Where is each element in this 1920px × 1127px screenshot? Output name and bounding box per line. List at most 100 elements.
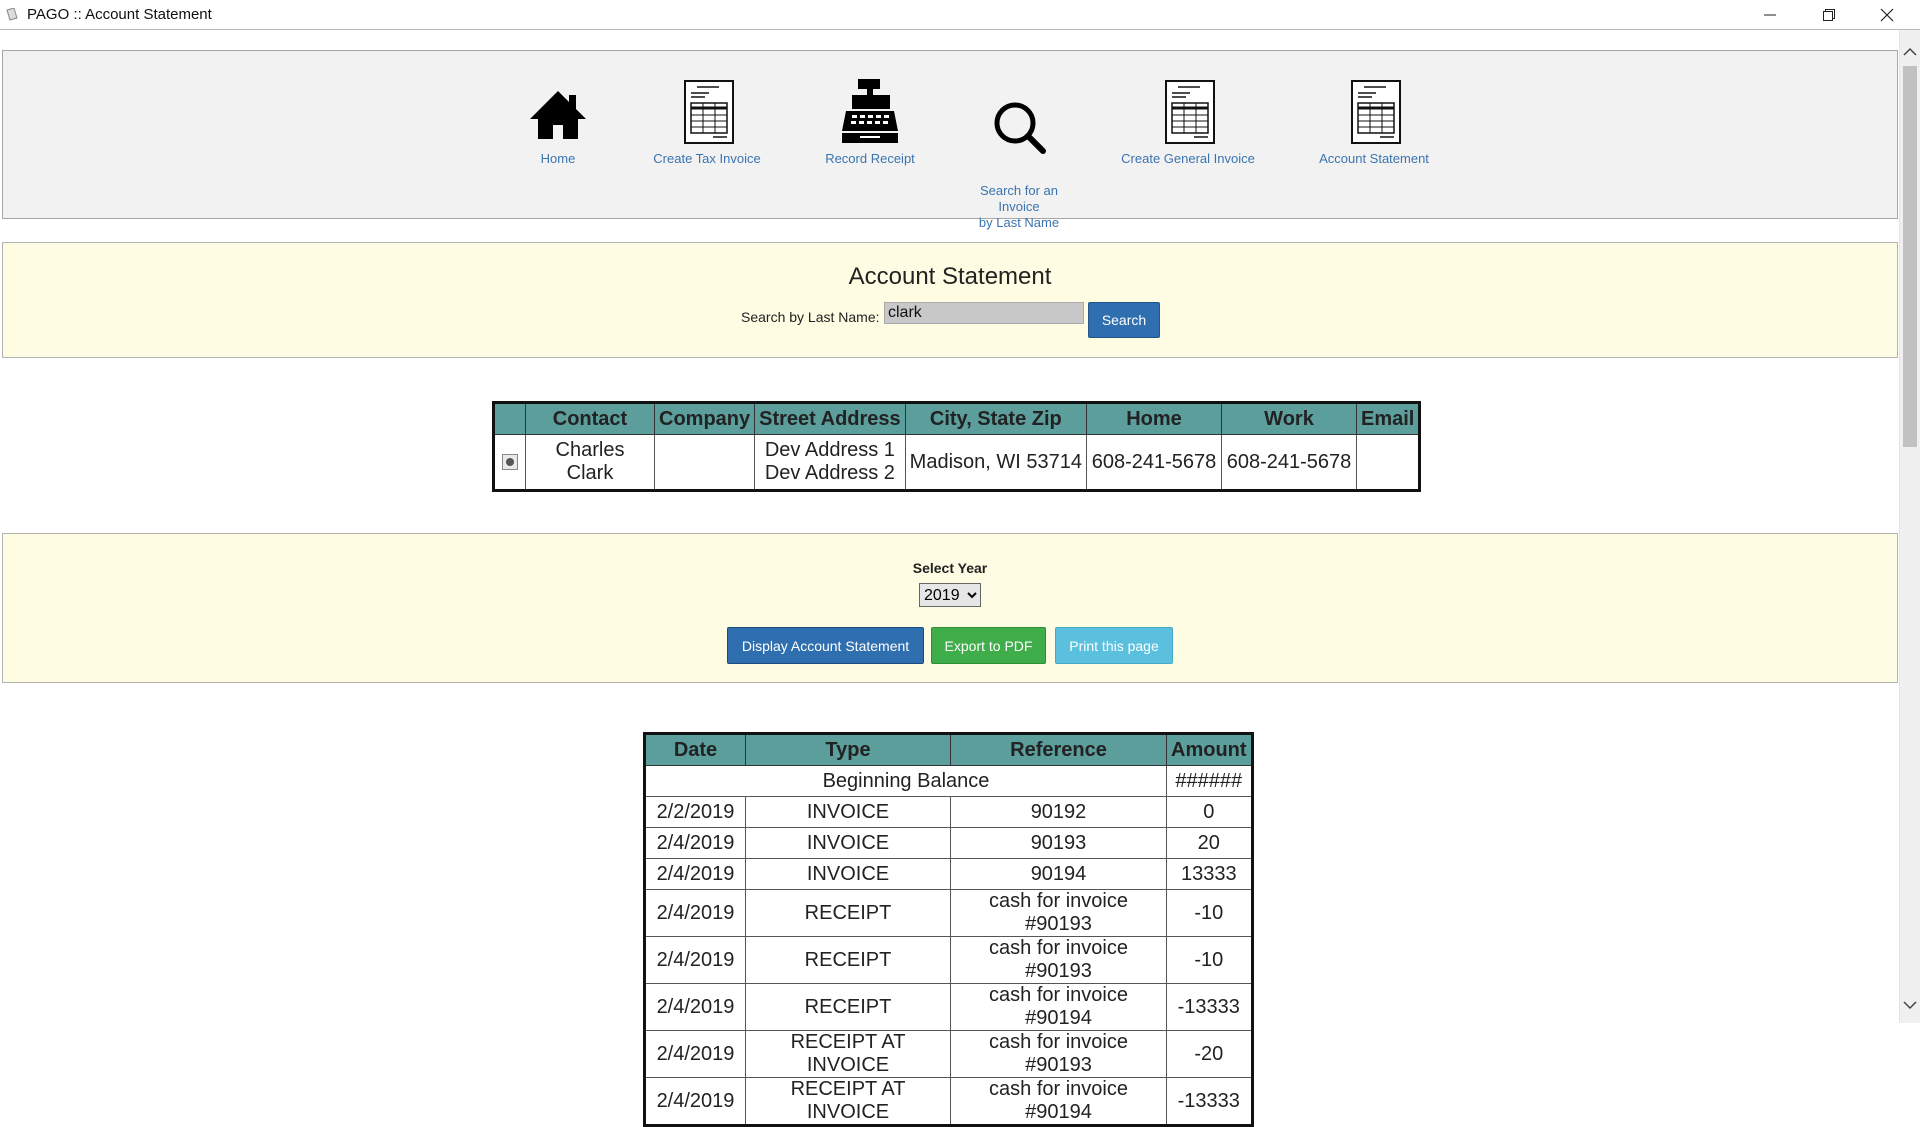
- table-row: 2/4/2019 INVOICE 90193 20: [644, 827, 1253, 859]
- statement-reference: cash for invoice #90194: [950, 983, 1167, 1031]
- scroll-up-button[interactable]: [1900, 42, 1920, 62]
- window-title: PAGO :: Account Statement: [27, 6, 212, 23]
- column-header-type: Type: [745, 733, 951, 766]
- column-header-amount: Amount: [1166, 733, 1253, 766]
- display-account-statement-button[interactable]: Display Account Statement: [727, 627, 924, 664]
- window-titlebar: PAGO :: Account Statement: [0, 0, 1920, 30]
- search-panel: Account Statement Search by Last Name: S…: [2, 242, 1898, 358]
- table-row: 2/4/2019 RECEIPT cash for invoice #90194 -1…: [644, 983, 1253, 1031]
- contact-city-state-zip: Madison, WI 53714: [904, 434, 1088, 491]
- statement-type: RECEIPT AT INVOICE: [745, 1077, 951, 1126]
- statement-amount: 20: [1166, 827, 1253, 859]
- nav-home[interactable]: Home: [483, 77, 633, 167]
- contact-radio-cell[interactable]: [493, 434, 526, 491]
- beginning-balance-row: Beginning Balance ######: [644, 765, 1253, 797]
- print-page-button[interactable]: Print this page: [1055, 627, 1173, 664]
- statement-reference: cash for invoice #90193: [950, 1030, 1167, 1078]
- year-panel: Select Year 2019 Display Account Stateme…: [2, 533, 1898, 683]
- street-line-1: Dev Address 1: [764, 439, 895, 461]
- statement-date: 2/2/2019: [644, 796, 746, 828]
- statement-type: INVOICE: [745, 827, 951, 859]
- nav-account-statement[interactable]: Account Statement: [1299, 77, 1449, 167]
- table-row: 2/4/2019 RECEIPT AT INVOICE cash for invoi…: [644, 1077, 1253, 1126]
- table-row: 2/4/2019 INVOICE 90194 13333: [644, 858, 1253, 890]
- invoice-icon: [1165, 80, 1215, 144]
- beginning-balance-label: Beginning Balance: [644, 765, 1167, 797]
- contact-email: [1355, 434, 1421, 491]
- last-name-search-input[interactable]: [884, 302, 1084, 324]
- contact-company: [653, 434, 756, 491]
- scroll-thumb[interactable]: [1903, 66, 1917, 447]
- invoice-icon: [1351, 80, 1401, 144]
- invoice-icon: [684, 80, 734, 144]
- vertical-scrollbar[interactable]: [1899, 30, 1920, 1023]
- home-icon: [530, 91, 586, 139]
- statement-table: Date Type Reference Amount Beginning Bal…: [643, 732, 1254, 1127]
- export-to-pdf-button[interactable]: Export to PDF: [931, 627, 1046, 664]
- column-header-city-state-zip: City, State Zip: [904, 402, 1088, 435]
- close-icon: [1880, 8, 1894, 22]
- statement-reference: 90194: [950, 858, 1167, 890]
- column-header-date: Date: [644, 733, 746, 766]
- nav-record-receipt[interactable]: Record Receipt: [795, 77, 945, 167]
- statement-amount: -13333: [1166, 983, 1253, 1031]
- beginning-balance-amount: ######: [1166, 765, 1253, 797]
- statement-amount: -10: [1166, 936, 1253, 984]
- restore-button[interactable]: [1806, 0, 1852, 30]
- column-header-street-address: Street Address: [754, 402, 906, 435]
- nav-home-label: Home: [540, 151, 576, 166]
- statement-type: RECEIPT: [745, 983, 951, 1031]
- table-row: 2/2/2019 INVOICE 90192 0: [644, 796, 1253, 828]
- table-row: 2/4/2019 RECEIPT AT INVOICE cash for invoi…: [644, 1030, 1253, 1078]
- statement-type: INVOICE: [745, 796, 951, 828]
- statement-date: 2/4/2019: [644, 983, 746, 1031]
- search-label: Search by Last Name:: [741, 309, 880, 325]
- table-row: 2/4/2019 RECEIPT cash for invoice #90193 -1…: [644, 889, 1253, 937]
- nav-search-invoice-label: Search for an Invoice by Last Name: [978, 183, 1060, 230]
- scroll-down-button[interactable]: [1900, 995, 1920, 1015]
- statement-date: 2/4/2019: [644, 1030, 746, 1078]
- restore-icon: [1823, 9, 1835, 21]
- nav-create-tax-invoice-label: Create Tax Invoice: [653, 151, 761, 166]
- statement-reference: 90192: [950, 796, 1167, 828]
- contact-work-phone: 608-241-5678: [1221, 434, 1357, 491]
- contact-select-radio[interactable]: [502, 454, 518, 471]
- statement-type: RECEIPT: [745, 936, 951, 984]
- nav-create-tax-invoice[interactable]: Create Tax Invoice: [632, 77, 782, 167]
- nav-search-invoice[interactable]: Search for an Invoice by Last Name: [944, 77, 1094, 231]
- statement-amount: -13333: [1166, 1077, 1253, 1126]
- nav-record-receipt-label: Record Receipt: [825, 151, 915, 166]
- contact-home-phone: 608-241-5678: [1086, 434, 1222, 491]
- statement-date: 2/4/2019: [644, 1077, 746, 1126]
- statement-reference: cash for invoice #90193: [950, 936, 1167, 984]
- statement-type: INVOICE: [745, 858, 951, 890]
- table-row: 2/4/2019 RECEIPT cash for invoice #90193 -1…: [644, 936, 1253, 984]
- contacts-header-row: Contact Company Street Address City, Sta…: [493, 402, 1421, 435]
- nav-create-general-invoice[interactable]: Create General Invoice: [1113, 77, 1263, 167]
- contact-name: Charles Clark: [525, 434, 655, 491]
- chevron-down-icon: [1903, 1001, 1917, 1010]
- statement-date: 2/4/2019: [644, 827, 746, 859]
- contact-street-address: Dev Address 1 Dev Address 2: [754, 434, 906, 491]
- close-button[interactable]: [1864, 0, 1910, 30]
- statement-date: 2/4/2019: [644, 889, 746, 937]
- column-header-home: Home: [1086, 402, 1222, 435]
- nav-panel: Home Create Tax Invoice Record Receipt S…: [2, 50, 1898, 230]
- year-select[interactable]: 2019: [919, 583, 981, 607]
- statement-date: 2/4/2019: [644, 936, 746, 984]
- app-icon: [6, 8, 18, 21]
- column-header-reference: Reference: [950, 733, 1167, 766]
- nav-create-general-invoice-label: Create General Invoice: [1121, 151, 1255, 166]
- statement-amount: -10: [1166, 889, 1253, 937]
- search-button[interactable]: Search: [1088, 302, 1160, 338]
- table-row[interactable]: Charles Clark Dev Address 1 Dev Address …: [493, 434, 1421, 491]
- contacts-table: Contact Company Street Address City, Sta…: [492, 401, 1422, 492]
- statement-amount: 13333: [1166, 858, 1253, 890]
- chevron-up-icon: [1903, 47, 1917, 56]
- street-line-2: Dev Address 2: [764, 462, 895, 484]
- statement-date: 2/4/2019: [644, 858, 746, 890]
- column-header-work: Work: [1221, 402, 1357, 435]
- minimize-icon: [1764, 14, 1776, 16]
- minimize-button[interactable]: [1747, 0, 1793, 30]
- column-header-email: Email: [1355, 402, 1421, 435]
